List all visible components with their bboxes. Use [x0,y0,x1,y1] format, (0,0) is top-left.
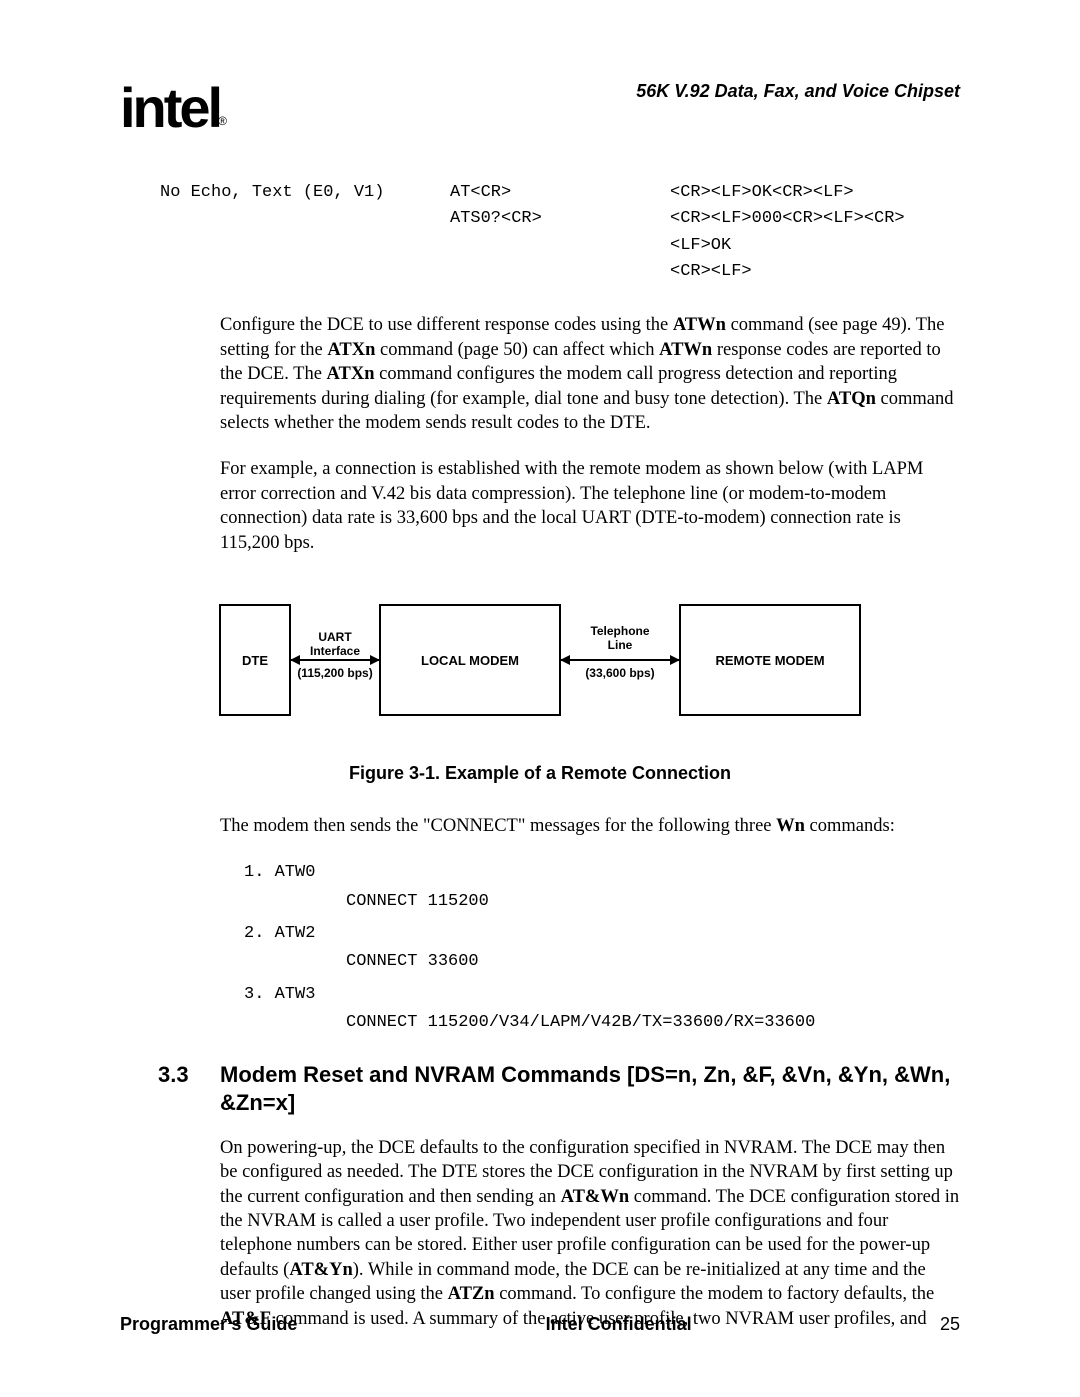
page-header: intel® 56K V.92 Data, Fax, and Voice Chi… [120,75,960,140]
local-modem-label: LOCAL MODEM [421,653,519,668]
command-atqn: ATQn [827,389,876,409]
document-title: 56K V.92 Data, Fax, and Voice Chipset [636,81,960,102]
at-response: <CR><LF>000<CR><LF><CR><LF>OK [670,206,960,259]
text: command (page 50) can affect which [375,340,659,360]
empty-cell [160,259,450,285]
command-atwn: ATWn [659,340,712,360]
command-atyn: AT&Yn [289,1260,352,1280]
paragraph-example: For example, a connection is established… [220,457,960,555]
connect-response: CONNECT 115200 [346,889,960,915]
connect-examples-list: 1. ATW0 CONNECT 115200 2. ATW2 CONNECT 3… [244,860,960,1036]
remote-modem-label: REMOTE MODEM [715,653,824,668]
at-response: <CR><LF> [670,259,960,285]
command-atxn: ATXn [327,340,375,360]
table-row: No Echo, Text (E0, V1) AT<CR> <CR><LF>OK… [160,180,960,206]
footer-center: Intel Confidential [546,1314,692,1335]
uart-label-3: (115,200 bps) [297,666,372,680]
echo-mode-label: No Echo, Text (E0, V1) [160,180,450,206]
uart-label-2: Interface [310,644,360,658]
at-command: AT<CR> [450,180,670,206]
at-command: ATS0?<CR> [450,206,670,259]
list-item: 2. ATW2 [244,921,960,947]
list-item: 3. ATW3 [244,982,960,1008]
registered-mark: ® [218,114,224,128]
connect-response: CONNECT 33600 [346,949,960,975]
command-wn: Wn [776,816,805,836]
logo-text: intel [120,76,220,139]
response-code-table: No Echo, Text (E0, V1) AT<CR> <CR><LF>OK… [160,180,960,285]
command-atwn: ATWn [673,315,726,335]
command-atzn: ATZn [448,1284,495,1304]
table-row: ATS0?<CR> <CR><LF>000<CR><LF><CR><LF>OK [160,206,960,259]
list-item: 1. ATW0 [244,860,960,886]
section-heading: 3.3 Modem Reset and NVRAM Commands [DS=n… [120,1061,960,1118]
text: command. To configure the modem to facto… [495,1284,935,1304]
footer-page-number: 25 [940,1314,960,1335]
paragraph-nvram: On powering-up, the DCE defaults to the … [220,1136,960,1331]
intel-logo: intel® [120,75,226,140]
page-footer: Programmer's Guide Intel Confidential 25 [120,1314,960,1335]
text: The modem then sends the "CONNECT" messa… [220,816,776,836]
figure-caption: Figure 3-1. Example of a Remote Connecti… [120,763,960,784]
empty-cell [160,206,450,259]
command-atxn: ATXn [327,364,375,384]
paragraph-atwn: Configure the DCE to use different respo… [220,313,960,435]
tel-label-1: Telephone [590,624,649,638]
table-row: <CR><LF> [160,259,960,285]
connect-response: CONNECT 115200/V34/LAPM/V42B/TX=33600/RX… [346,1010,960,1036]
dte-label: DTE [242,653,268,668]
text: Configure the DCE to use different respo… [220,315,673,335]
footer-left: Programmer's Guide [120,1314,297,1335]
at-response: <CR><LF>OK<CR><LF> [670,180,960,206]
section-number: 3.3 [158,1061,220,1118]
text: commands: [805,816,895,836]
empty-cell [450,259,670,285]
paragraph-connect-intro: The modem then sends the "CONNECT" messa… [220,814,960,838]
connection-diagram: DTE UART Interface (115,200 bps) LOCAL M… [120,585,960,735]
command-atwn2: AT&Wn [561,1187,630,1207]
section-title: Modem Reset and NVRAM Commands [DS=n, Zn… [220,1061,960,1118]
uart-label-1: UART [318,630,352,644]
tel-label-2: Line [608,638,633,652]
tel-label-3: (33,600 bps) [585,666,654,680]
